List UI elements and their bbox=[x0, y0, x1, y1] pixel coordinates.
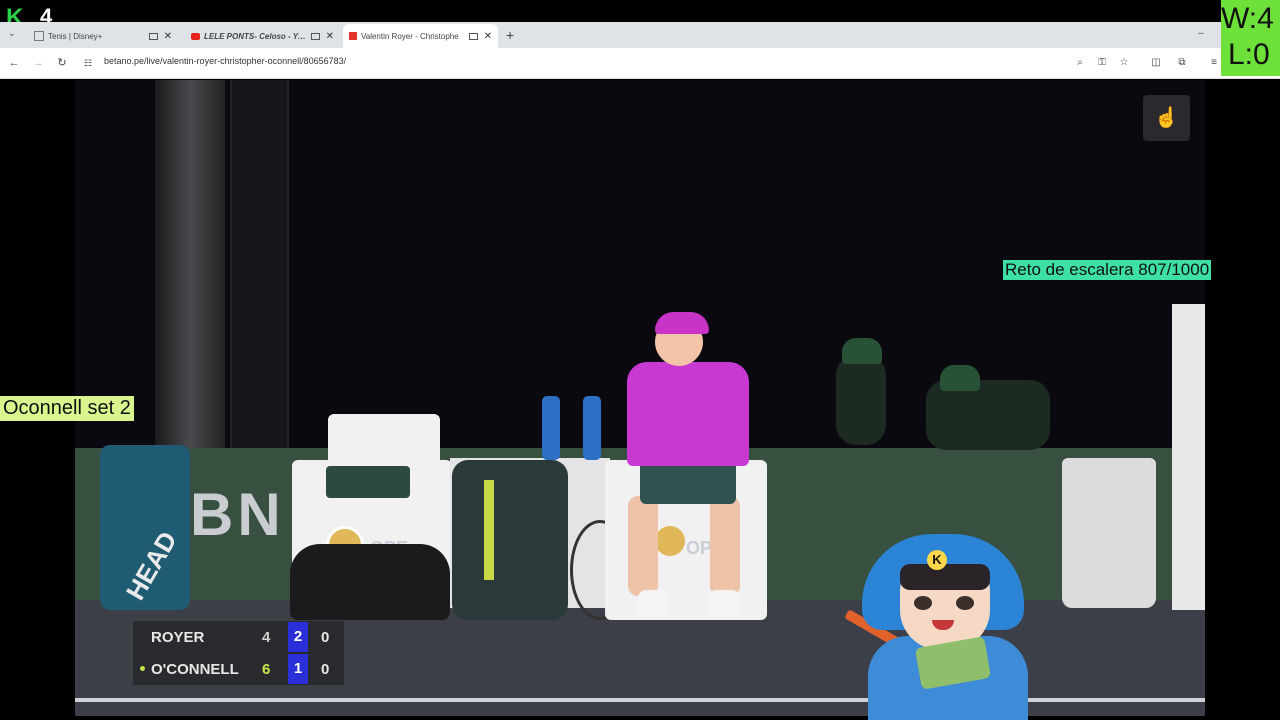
tab-youtube[interactable]: LELE PONTS- Celoso - YouT ✕ bbox=[185, 24, 340, 48]
water-bottle bbox=[583, 396, 601, 460]
water-bottle bbox=[542, 396, 560, 460]
court-baseline bbox=[75, 698, 1205, 702]
avatar-eye bbox=[914, 596, 932, 610]
towel bbox=[326, 466, 410, 498]
player-cap bbox=[655, 312, 709, 334]
black-bag bbox=[290, 544, 450, 620]
tab-list-chevron-icon[interactable]: ⌄ bbox=[8, 28, 16, 39]
ball-person-cap bbox=[940, 365, 980, 391]
challenge-label: Reto de escalera 807/1000 bbox=[1003, 260, 1212, 280]
stage-truss bbox=[230, 80, 289, 450]
new-tab-button[interactable]: + bbox=[506, 27, 514, 43]
wins-counter: W:4 bbox=[1221, 2, 1274, 35]
tab-label: Tenis | Disney+ bbox=[48, 31, 103, 41]
tab-disney[interactable]: Tenis | Disney+ ✕ bbox=[28, 24, 178, 48]
ball-person-cap bbox=[842, 338, 882, 364]
minimize-icon[interactable]: – bbox=[1198, 28, 1204, 39]
player-name: O'CONNELL bbox=[151, 661, 239, 678]
avatar-eye bbox=[956, 596, 974, 610]
url-field[interactable]: betano.pe/live/valentin-royer-christophe… bbox=[104, 56, 346, 66]
extension-360-icon[interactable]: ◫ bbox=[1148, 55, 1164, 71]
player-shoe bbox=[638, 590, 670, 620]
extensions-icon[interactable]: ⧉ bbox=[1174, 55, 1190, 71]
site-info-icon[interactable]: ☷ bbox=[80, 55, 96, 71]
trash-bin bbox=[1062, 458, 1156, 608]
losses-counter: L:0 bbox=[1228, 38, 1270, 71]
water-cooler bbox=[1172, 304, 1205, 610]
stage-curtain bbox=[155, 80, 225, 450]
reload-icon[interactable]: ↻ bbox=[54, 55, 70, 71]
avatar-hair bbox=[900, 564, 990, 590]
key-icon[interactable]: ⚿ bbox=[1094, 55, 1110, 71]
media-icon bbox=[310, 32, 320, 40]
set1-score: 6 bbox=[262, 661, 271, 678]
forward-arrow-icon[interactable]: → bbox=[30, 55, 46, 71]
player-leg bbox=[628, 496, 658, 596]
set2-score: 2 bbox=[288, 622, 308, 652]
tab-betano[interactable]: Valentin Royer - Christophe ✕ bbox=[343, 24, 498, 48]
tournament-logo-icon bbox=[655, 526, 685, 556]
tab-label: LELE PONTS- Celoso - YouT bbox=[204, 31, 307, 41]
sponsor-text: BN bbox=[190, 481, 285, 548]
close-tab-icon[interactable]: ✕ bbox=[326, 31, 334, 42]
game-points: 0 bbox=[321, 661, 330, 678]
set1-score: 4 bbox=[262, 629, 271, 646]
close-tab-icon[interactable]: ✕ bbox=[484, 31, 492, 42]
star-icon[interactable]: ☆ bbox=[1116, 55, 1132, 71]
player-name: ROYER bbox=[151, 629, 205, 646]
media-icon bbox=[468, 32, 478, 40]
tab-label: Valentin Royer - Christophe bbox=[361, 31, 459, 41]
player-shorts bbox=[640, 460, 736, 504]
tennis-bag bbox=[452, 460, 568, 620]
player-shirt bbox=[627, 362, 749, 466]
youtube-icon bbox=[191, 32, 200, 40]
menu-icon[interactable]: ≡ bbox=[1206, 55, 1222, 71]
disney-icon bbox=[34, 31, 44, 41]
tennis-bag-stripe bbox=[484, 480, 494, 580]
back-arrow-icon[interactable]: ← bbox=[6, 55, 22, 71]
game-points: 0 bbox=[321, 629, 330, 646]
player-shoe bbox=[708, 590, 740, 620]
match-note-label: Oconnell set 2 bbox=[0, 396, 134, 421]
betano-icon bbox=[349, 32, 357, 40]
scoreboard-row: ROYER 4 2 0 bbox=[133, 621, 344, 653]
scoreboard-row: O'CONNELL 6 1 0 bbox=[133, 653, 344, 685]
close-tab-icon[interactable]: ✕ bbox=[164, 31, 172, 42]
media-icon bbox=[148, 32, 158, 40]
touch-control-icon[interactable]: ☝ bbox=[1143, 95, 1190, 141]
set2-score: 1 bbox=[288, 654, 308, 684]
player-leg bbox=[710, 496, 740, 596]
ball-person bbox=[836, 355, 886, 445]
avatar-badge-icon: K bbox=[927, 550, 947, 570]
serve-indicator-icon bbox=[140, 666, 145, 671]
zoom-icon[interactable]: ⌕ bbox=[1072, 55, 1088, 71]
